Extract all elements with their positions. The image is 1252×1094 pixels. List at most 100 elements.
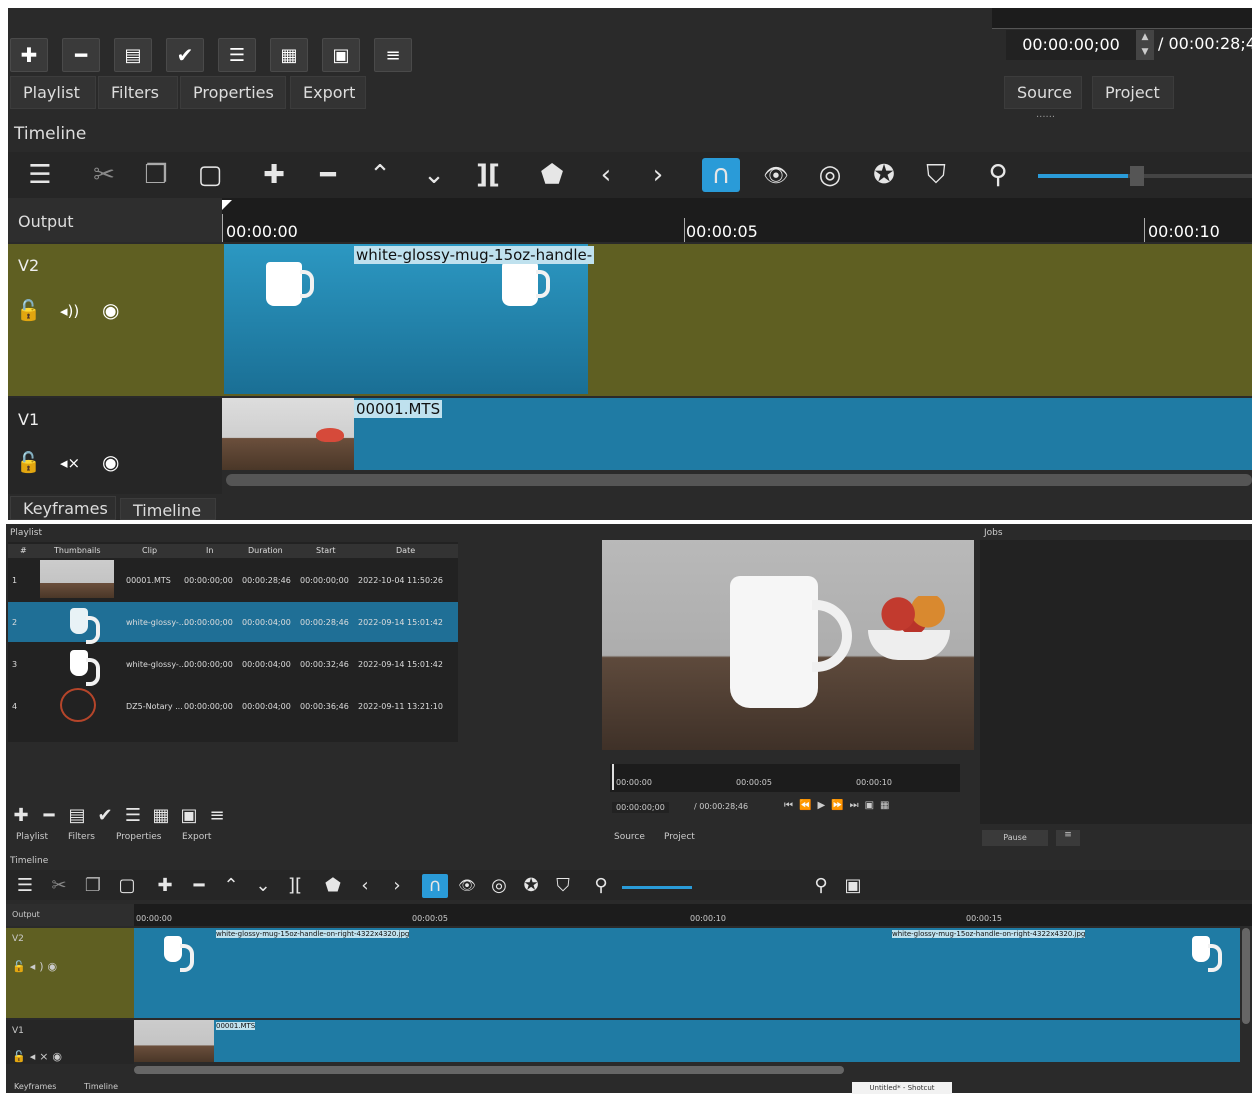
add-button[interactable]: ✚ xyxy=(10,38,48,72)
filter-list-button[interactable]: ▤ xyxy=(114,38,152,72)
paste-icon[interactable]: ▢ xyxy=(114,874,140,898)
remove-icon[interactable]: ━ xyxy=(308,158,348,192)
cut-icon[interactable]: ✂ xyxy=(46,874,72,898)
zoom-slider-track[interactable] xyxy=(622,886,692,889)
timeline-menu-icon[interactable]: ☰ xyxy=(12,874,38,898)
row-duration: 00:00:04;00 xyxy=(242,702,291,711)
remove-icon[interactable]: ━ xyxy=(186,874,212,898)
tab-export[interactable]: Export xyxy=(290,76,366,109)
jobs-menu-button[interactable]: ≡ xyxy=(1056,830,1080,846)
track-controls-v1[interactable]: 🔓◂×◉ xyxy=(12,1050,66,1063)
track-header-v1[interactable] xyxy=(8,398,222,494)
ripple-all-icon[interactable]: ✪ xyxy=(518,874,544,898)
timecode-spinner[interactable]: ▲ ▼ xyxy=(1136,30,1154,60)
pause-button[interactable]: Pause xyxy=(982,830,1048,846)
tab-source[interactable]: Source xyxy=(1004,76,1082,109)
grid-view-button[interactable]: ▦ xyxy=(270,38,308,72)
copy-icon[interactable]: ❐ xyxy=(80,874,106,898)
next-icon[interactable]: › xyxy=(638,158,678,192)
lock-icon[interactable]: 🔓 xyxy=(16,298,41,322)
viewer-playhead[interactable] xyxy=(612,764,614,790)
zoom-out-icon[interactable]: ⚲ xyxy=(978,158,1018,192)
timeline-hscrollbar[interactable] xyxy=(134,1066,844,1074)
viewer-ruler[interactable] xyxy=(610,764,960,792)
next-icon[interactable]: › xyxy=(384,874,410,898)
tab-playlist[interactable]: Playlist xyxy=(16,832,48,842)
audio-icon[interactable]: ◂)) xyxy=(60,302,79,320)
split-icon[interactable]: ][ xyxy=(282,874,308,898)
tab-source[interactable]: Source xyxy=(614,832,645,842)
zoom-in-icon[interactable]: ⚲ xyxy=(808,874,834,898)
tab-filters[interactable]: Filters xyxy=(68,832,95,842)
tab-export[interactable]: Export xyxy=(182,832,211,842)
list-icon[interactable]: ☰ xyxy=(120,804,146,828)
filter-list-icon[interactable]: ▤ xyxy=(64,804,90,828)
tab-project[interactable]: Project xyxy=(1092,76,1174,109)
visibility-icon[interactable]: ◉ xyxy=(102,298,119,322)
split-icon[interactable]: ][ xyxy=(468,158,508,192)
append-icon[interactable]: ✚ xyxy=(152,874,178,898)
zoom-out-icon[interactable]: ⚲ xyxy=(588,874,614,898)
tab-project[interactable]: Project xyxy=(664,832,695,842)
overwrite-icon[interactable]: ⌄ xyxy=(414,158,454,192)
list-view-button[interactable]: ☰ xyxy=(218,38,256,72)
taskbar-window-label[interactable]: Untitled* - Shotcut xyxy=(852,1082,952,1094)
timeline-vscrollbar[interactable] xyxy=(1242,928,1250,1024)
tab-filters[interactable]: Filters xyxy=(98,76,178,109)
viewer-timecode[interactable]: 00:00:00;00 xyxy=(612,802,669,813)
remove-icon[interactable]: ━ xyxy=(36,804,62,828)
lift-icon[interactable]: ⌃ xyxy=(360,158,400,192)
zoom-slider-handle[interactable] xyxy=(1130,166,1144,186)
ripple-markers-icon[interactable]: ⛉ xyxy=(550,874,576,898)
tab-properties[interactable]: Properties xyxy=(116,832,161,842)
timecode-field[interactable]: 00:00:00;00 xyxy=(1006,30,1136,60)
snap-icon[interactable]: ∩ xyxy=(702,158,740,192)
track-controls-v2[interactable]: 🔓◂)◉ xyxy=(12,960,61,973)
marker-icon[interactable]: ⬟ xyxy=(532,158,572,192)
prev-icon[interactable]: ‹ xyxy=(586,158,626,192)
viewer-ruler-label-1: 00:00:05 xyxy=(736,778,772,787)
menu-button[interactable]: ≡ xyxy=(374,38,412,72)
ripple-icon[interactable]: ◎ xyxy=(486,874,512,898)
paste-icon[interactable]: ▢ xyxy=(190,158,230,192)
add-icon[interactable]: ✚ xyxy=(8,804,34,828)
timeline-menu-icon[interactable]: ☰ xyxy=(20,158,60,192)
check-button[interactable]: ✔ xyxy=(166,38,204,72)
ripple-icon[interactable]: ◎ xyxy=(810,158,850,192)
lift-icon[interactable]: ⌃ xyxy=(218,874,244,898)
append-icon[interactable]: ✚ xyxy=(254,158,294,192)
clip-v2[interactable] xyxy=(134,928,1240,1018)
remove-button[interactable]: ━ xyxy=(62,38,100,72)
check-icon[interactable]: ✔ xyxy=(92,804,118,828)
tab-keyframes[interactable]: Keyframes xyxy=(14,1082,56,1091)
track-header-v2[interactable] xyxy=(6,928,134,1018)
tab-timeline[interactable]: Timeline xyxy=(120,498,216,520)
tab-properties[interactable]: Properties xyxy=(180,76,286,109)
tab-keyframes[interactable]: Keyframes xyxy=(10,496,116,520)
lock-icon[interactable]: 🔓 xyxy=(16,450,41,474)
playhead-marker[interactable] xyxy=(222,200,232,210)
mute-icon[interactable]: ◂× xyxy=(60,454,80,472)
panel-view-button[interactable]: ▣ xyxy=(322,38,360,72)
scrub-icon[interactable]: 👁 xyxy=(454,874,480,898)
grid-icon[interactable]: ▦ xyxy=(148,804,174,828)
scrub-icon[interactable]: 👁 xyxy=(756,158,796,192)
prev-icon[interactable]: ‹ xyxy=(352,874,378,898)
timeline-hscrollbar[interactable] xyxy=(226,474,1252,486)
zoom-fit-icon[interactable]: ▣ xyxy=(840,874,866,898)
clip-v1[interactable] xyxy=(134,1020,1240,1062)
menu-icon[interactable]: ≡ xyxy=(204,804,230,828)
panel-icon[interactable]: ▣ xyxy=(176,804,202,828)
copy-icon[interactable]: ❐ xyxy=(136,158,176,192)
ripple-markers-icon[interactable]: ⛉ xyxy=(916,158,956,192)
marker-icon[interactable]: ⬟ xyxy=(320,874,346,898)
cut-icon[interactable]: ✂ xyxy=(84,158,124,192)
zoom-slider-track[interactable] xyxy=(1038,174,1252,178)
ripple-all-icon[interactable]: ✪ xyxy=(864,158,904,192)
tab-playlist[interactable]: Playlist xyxy=(10,76,96,109)
visibility-icon[interactable]: ◉ xyxy=(102,450,119,474)
overwrite-icon[interactable]: ⌄ xyxy=(250,874,276,898)
snap-icon[interactable]: ∩ xyxy=(422,874,448,898)
tab-timeline[interactable]: Timeline xyxy=(84,1082,118,1091)
transport-controls[interactable]: ⏮⏪▶⏩⏭▣▦ xyxy=(784,800,896,811)
